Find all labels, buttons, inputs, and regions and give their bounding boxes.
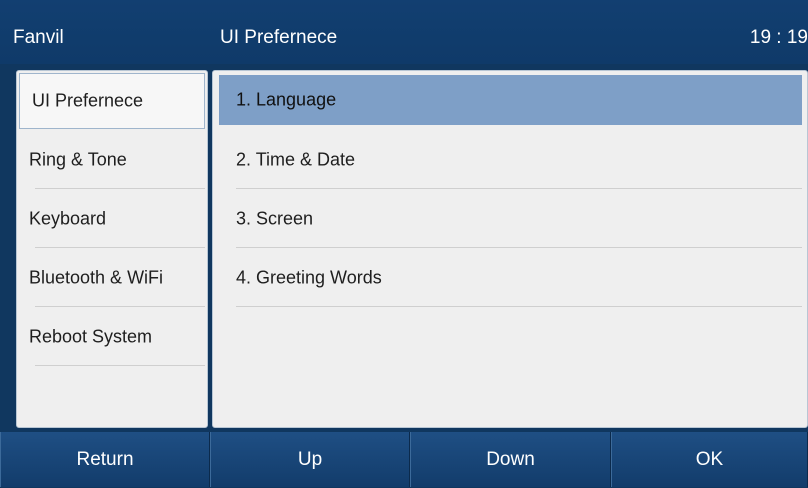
up-button[interactable]: Up bbox=[210, 432, 410, 487]
menu-panel: 1. Language 2. Time & Date 3. Screen 4. … bbox=[212, 70, 808, 428]
menu-item-label: 4. Greeting Words bbox=[236, 267, 382, 287]
sidebar-item-reboot-system[interactable]: Reboot System bbox=[17, 307, 207, 366]
menu-item-label: 2. Time & Date bbox=[236, 149, 356, 169]
settings-sidebar: UI Prefernece Ring & Tone Keyboard Bluet… bbox=[16, 70, 208, 428]
ok-button-label: OK bbox=[695, 448, 724, 470]
return-button[interactable]: Return bbox=[0, 432, 210, 487]
menu-item-greeting-words[interactable]: 4. Greeting Words bbox=[219, 248, 802, 307]
clock: 19 : 19 bbox=[749, 27, 808, 48]
sidebar-item-keyboard[interactable]: Keyboard bbox=[17, 189, 207, 248]
menu-item-screen[interactable]: 3. Screen bbox=[219, 189, 802, 248]
phone-screen: Fanvil UI Prefernece 19 : 19 UI Preferne… bbox=[0, 0, 808, 488]
sidebar-item-bluetooth-wifi[interactable]: Bluetooth & WiFi bbox=[17, 248, 207, 307]
sidebar-item-label: Keyboard bbox=[29, 208, 107, 228]
ok-button[interactable]: OK bbox=[611, 432, 808, 487]
sidebar-item-ring-tone[interactable]: Ring & Tone bbox=[17, 130, 207, 189]
up-button-label: Up bbox=[297, 448, 323, 470]
sidebar-item-label: Reboot System bbox=[29, 326, 153, 346]
sidebar-item-label: UI Prefernece bbox=[32, 90, 144, 111]
menu-item-language[interactable]: 1. Language bbox=[219, 75, 802, 125]
page-title: UI Prefernece bbox=[220, 27, 338, 48]
menu-item-label: 1. Language bbox=[236, 89, 337, 110]
brand-label: Fanvil bbox=[13, 27, 64, 48]
sidebar-item-label: Bluetooth & WiFi bbox=[29, 267, 164, 287]
divider bbox=[35, 365, 205, 366]
softkey-bar: Return Up Down OK bbox=[0, 431, 808, 488]
sidebar-item-ui-preference[interactable]: UI Prefernece bbox=[19, 73, 205, 129]
sidebar-item-label: Ring & Tone bbox=[29, 149, 127, 169]
down-button[interactable]: Down bbox=[410, 432, 611, 487]
return-button-label: Return bbox=[76, 448, 134, 470]
menu-item-label: 3. Screen bbox=[236, 208, 314, 228]
status-bar: Fanvil UI Prefernece 19 : 19 bbox=[0, 0, 808, 64]
menu-item-time-date[interactable]: 2. Time & Date bbox=[219, 130, 802, 189]
down-button-label: Down bbox=[486, 448, 535, 470]
main-area: UI Prefernece Ring & Tone Keyboard Bluet… bbox=[0, 64, 808, 431]
divider bbox=[236, 306, 802, 307]
